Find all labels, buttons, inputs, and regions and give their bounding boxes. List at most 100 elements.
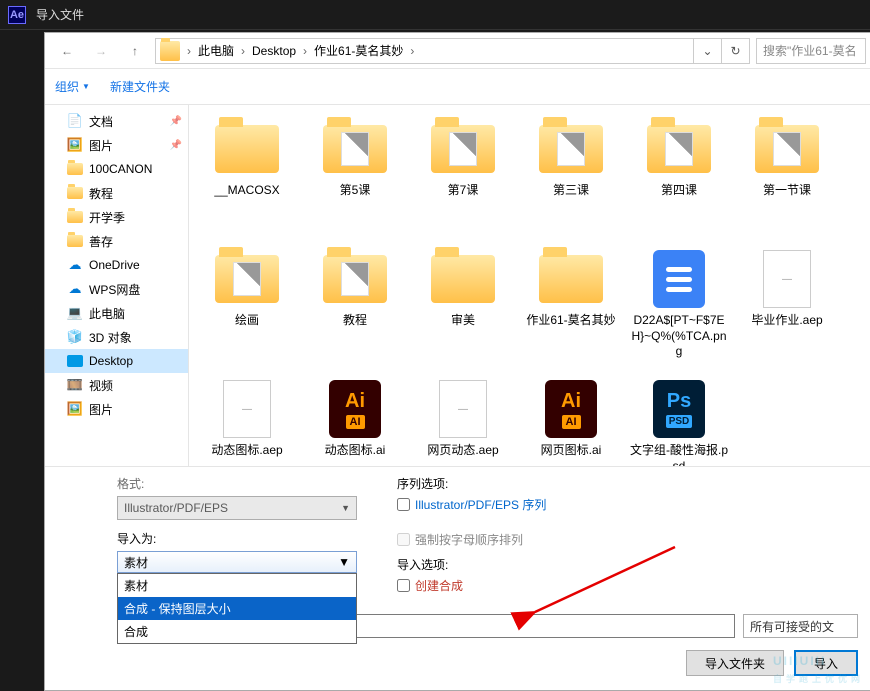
folder-icon [67, 235, 83, 247]
dropdown-option[interactable]: 合成 [118, 620, 356, 643]
file-item[interactable]: 教程 [301, 245, 409, 375]
file-thumb: — [213, 381, 281, 437]
file-item[interactable]: D22A$[PT~F$7EH}~Q%(%TCA.png [625, 245, 733, 375]
nav-up[interactable]: ↑ [121, 37, 149, 65]
format-combo[interactable]: Illustrator/PDF/EPS▼ [117, 496, 357, 520]
sidebar-item-图片[interactable]: 🖼️ 图片 [45, 133, 188, 157]
sidebar-item-label: 3D 对象 [89, 329, 132, 346]
chevron-icon[interactable]: › [300, 44, 310, 58]
file-item[interactable]: __MACOSX [193, 115, 301, 245]
file-item[interactable]: AiAI网页图标.ai [517, 375, 625, 466]
pic-icon: 🖼️ [67, 137, 83, 153]
crumb-pc[interactable]: 此电脑 [194, 39, 238, 63]
sidebar-item-视频[interactable]: 🎞️ 视频 [45, 373, 188, 397]
chevron-icon[interactable]: › [184, 44, 194, 58]
crumb-desktop[interactable]: Desktop [248, 39, 300, 63]
sidebar-item-label: 善存 [89, 233, 113, 250]
file-name: 第7课 [448, 183, 479, 199]
sidebar-item-label: WPS网盘 [89, 281, 140, 298]
new-folder-button[interactable]: 新建文件夹 [110, 78, 170, 95]
file-thumb: — [429, 381, 497, 437]
sidebar-item-Desktop[interactable]: Desktop [45, 349, 188, 373]
sidebar: 📄文档🖼️图片100CANON教程开学季善存☁OneDrive☁WPS网盘💻此电… [45, 105, 189, 466]
file-item[interactable]: 第三课 [517, 115, 625, 245]
createcomp-checkbox[interactable]: 创建合成 [397, 577, 637, 594]
pc-icon: 💻 [67, 305, 83, 321]
file-name: 第5课 [340, 183, 371, 199]
crumb-folder[interactable]: 作业61-莫名其妙 [310, 39, 407, 63]
file-item[interactable]: 第一节课 [733, 115, 841, 245]
file-thumb [213, 251, 281, 307]
file-thumb [753, 121, 821, 177]
sidebar-item-label: 文档 [89, 113, 113, 130]
sidebar-item-WPS网盘[interactable]: ☁ WPS网盘 [45, 277, 188, 301]
file-name: 动态图标.aep [211, 443, 282, 459]
filetype-combo[interactable]: 所有可接受的文 [743, 614, 858, 638]
file-name: 文字组-酸性海报.psd [629, 443, 729, 466]
dialog-title: 导入文件 [36, 6, 84, 23]
importas-combo[interactable]: 素材▼ [117, 551, 357, 573]
file-item[interactable]: AiAI动态图标.ai [301, 375, 409, 466]
file-item[interactable]: 作业61-莫名其妙 [517, 245, 625, 375]
file-item[interactable]: —毕业作业.aep [733, 245, 841, 375]
address-bar[interactable]: › 此电脑 › Desktop › 作业61-莫名其妙 › ⌄ ↻ [155, 38, 750, 64]
addr-dropdown[interactable]: ⌄ [693, 39, 721, 63]
sidebar-item-OneDrive[interactable]: ☁OneDrive [45, 253, 188, 277]
sidebar-item-label: 图片 [89, 137, 113, 154]
search-input[interactable]: 搜索"作业61-莫名 [756, 38, 866, 64]
file-item[interactable]: 第四课 [625, 115, 733, 245]
sequence-checkbox[interactable]: Illustrator/PDF/EPS 序列 [397, 496, 637, 513]
sidebar-item-开学季[interactable]: 开学季 [45, 205, 188, 229]
nav-forward[interactable]: → [87, 37, 115, 65]
file-thumb [645, 251, 713, 307]
file-thumb [537, 121, 605, 177]
file-thumb [321, 251, 389, 307]
sidebar-item-label: 视频 [89, 377, 113, 394]
sidebar-item-label: 开学季 [89, 209, 125, 226]
file-thumb: PsPSD [645, 381, 713, 437]
sidebar-item-此电脑[interactable]: 💻 此电脑 [45, 301, 188, 325]
file-item[interactable]: 第7课 [409, 115, 517, 245]
file-name: 审美 [451, 313, 475, 329]
file-name: 网页动态.aep [427, 443, 498, 459]
file-thumb [429, 251, 497, 307]
file-thumb [321, 121, 389, 177]
chevron-icon[interactable]: › [407, 44, 417, 58]
sidebar-item-100CANON[interactable]: 100CANON [45, 157, 188, 181]
file-item[interactable]: 审美 [409, 245, 517, 375]
file-name: 教程 [343, 313, 367, 329]
importopt-label: 导入选项: [397, 556, 637, 573]
sidebar-item-善存[interactable]: 善存 [45, 229, 188, 253]
organize-menu[interactable]: 组织 ▼ [55, 78, 90, 95]
dropdown-option[interactable]: 素材 [118, 574, 356, 597]
wps-icon: ☁ [67, 281, 83, 297]
file-item[interactable]: — 动态图标.aep [193, 375, 301, 466]
refresh-button[interactable]: ↻ [721, 39, 749, 63]
chevron-icon[interactable]: › [238, 44, 248, 58]
sidebar-item-label: Desktop [89, 354, 133, 368]
file-name: 第四课 [661, 183, 697, 199]
file-name: 网页图标.ai [541, 443, 602, 459]
import-folder-button[interactable]: 导入文件夹 [686, 650, 784, 676]
file-name: __MACOSX [214, 183, 279, 199]
file-item[interactable]: 绘画 [193, 245, 301, 375]
format-label: 格式: [117, 475, 357, 492]
nav-back[interactable]: ← [53, 37, 81, 65]
folder-icon [67, 187, 83, 199]
sidebar-item-label: 教程 [89, 185, 113, 202]
pic-icon: 🖼️ [67, 401, 83, 417]
sidebar-item-label: 100CANON [89, 162, 152, 176]
sidebar-item-图片[interactable]: 🖼️图片 [45, 397, 188, 421]
file-item[interactable]: 第5课 [301, 115, 409, 245]
sidebar-item-label: OneDrive [89, 258, 140, 272]
dropdown-option[interactable]: 合成 - 保持图层大小 [118, 597, 356, 620]
sidebar-item-label: 此电脑 [89, 305, 125, 322]
file-item[interactable]: PsPSD 文字组-酸性海报.psd [625, 375, 733, 466]
alpha-checkbox: 强制按字母顺序排列 [397, 531, 637, 548]
file-name: 绘画 [235, 313, 259, 329]
sidebar-item-教程[interactable]: 教程 [45, 181, 188, 205]
video-icon: 🎞️ [67, 377, 83, 393]
sidebar-item-3D 对象[interactable]: 🧊3D 对象 [45, 325, 188, 349]
file-item[interactable]: — 网页动态.aep [409, 375, 517, 466]
sidebar-item-文档[interactable]: 📄文档 [45, 109, 188, 133]
